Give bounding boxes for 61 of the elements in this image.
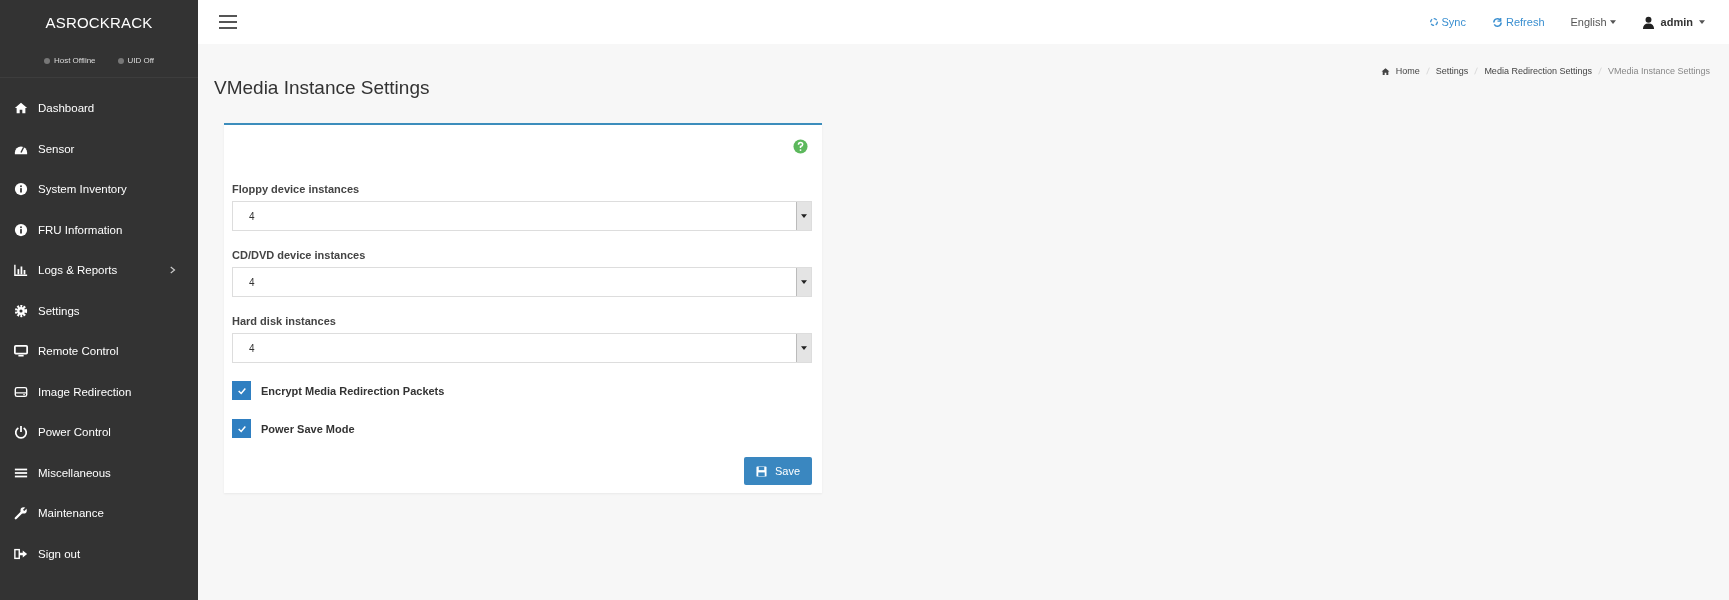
breadcrumb-separator: [1597, 67, 1602, 75]
breadcrumb-link[interactable]: Home: [1395, 66, 1420, 76]
sidebar-item[interactable]: Logs & Reports: [0, 250, 198, 291]
checkmark-icon: [236, 385, 247, 396]
monitor-icon: [14, 344, 28, 359]
field-label: CD/DVD device instances: [232, 249, 367, 261]
help-icon[interactable]: [793, 139, 808, 154]
page-title: VMedia Instance Settings: [214, 77, 430, 99]
sidebar-item[interactable]: Sign out: [0, 533, 198, 574]
sidebar-item[interactable]: Settings: [0, 290, 198, 331]
status-label: Host Offline: [53, 56, 96, 65]
sidebar-item[interactable]: Image Redirection: [0, 371, 198, 412]
status-dot-icon: [43, 57, 50, 64]
caret-icon: [1609, 20, 1616, 24]
dropdown-field[interactable]: 4: [232, 333, 812, 363]
language-dropdown[interactable]: English: [1570, 16, 1616, 28]
user-icon: [1641, 15, 1655, 29]
dropdown-field[interactable]: 4: [232, 201, 812, 231]
sidebar-item[interactable]: Remote Control: [0, 331, 198, 372]
save-button[interactable]: Save: [743, 457, 812, 485]
user-menu[interactable]: admin: [1641, 15, 1705, 29]
caret-icon: [1699, 20, 1705, 24]
home-icon: [14, 101, 28, 116]
sidebar-item[interactable]: Miscellaneous: [0, 452, 198, 493]
breadcrumb-link[interactable]: Media Redirection Settings: [1484, 66, 1592, 76]
sidebar-item[interactable]: Maintenance: [0, 493, 198, 534]
drive-icon: [14, 384, 28, 399]
breadcrumb-separator: [1474, 67, 1479, 75]
menu-icon[interactable]: [219, 15, 237, 29]
sidebar-item[interactable]: Sensor: [0, 128, 198, 169]
field-label: Hard disk instances: [232, 315, 337, 327]
chevron-icon: [170, 266, 176, 275]
status-label: UID Off: [127, 56, 155, 65]
refresh-icon: [1492, 16, 1503, 28]
power-icon: [14, 425, 28, 440]
checkbox[interactable]: [232, 419, 251, 438]
sign-out-icon: [14, 546, 28, 561]
breadcrumb-current: VMedia Instance Settings: [1607, 66, 1710, 76]
dropdown-field[interactable]: 4: [232, 267, 812, 297]
status-dot-icon: [117, 57, 124, 64]
info-icon: [14, 222, 28, 237]
sidebar-item[interactable]: FRU Information: [0, 209, 198, 250]
sync-icon: [1428, 17, 1439, 27]
logo: ASROCKRACK: [44, 13, 154, 33]
refresh-link[interactable]: Refresh: [1492, 16, 1545, 28]
breadcrumb-link[interactable]: Settings: [1435, 66, 1469, 76]
field-label: Floppy device instances: [232, 183, 361, 195]
bar-chart-icon: [14, 263, 28, 278]
checkbox-label: Power Save Mode: [261, 422, 355, 435]
info-icon: [14, 182, 28, 197]
sync-link[interactable]: Sync: [1428, 16, 1466, 28]
home-icon: [1380, 66, 1390, 76]
breadcrumb-separator: [1425, 67, 1430, 75]
sidebar-item[interactable]: Dashboard: [0, 88, 198, 129]
checkbox-label: Encrypt Media Redirection Packets: [261, 384, 445, 397]
checkmark-icon: [236, 423, 247, 434]
sidebar-item[interactable]: System Inventory: [0, 169, 198, 210]
gear-icon: [14, 303, 28, 318]
wrench-icon: [14, 506, 28, 521]
sidebar-item[interactable]: Power Control: [0, 412, 198, 453]
checkbox[interactable]: [232, 381, 251, 400]
